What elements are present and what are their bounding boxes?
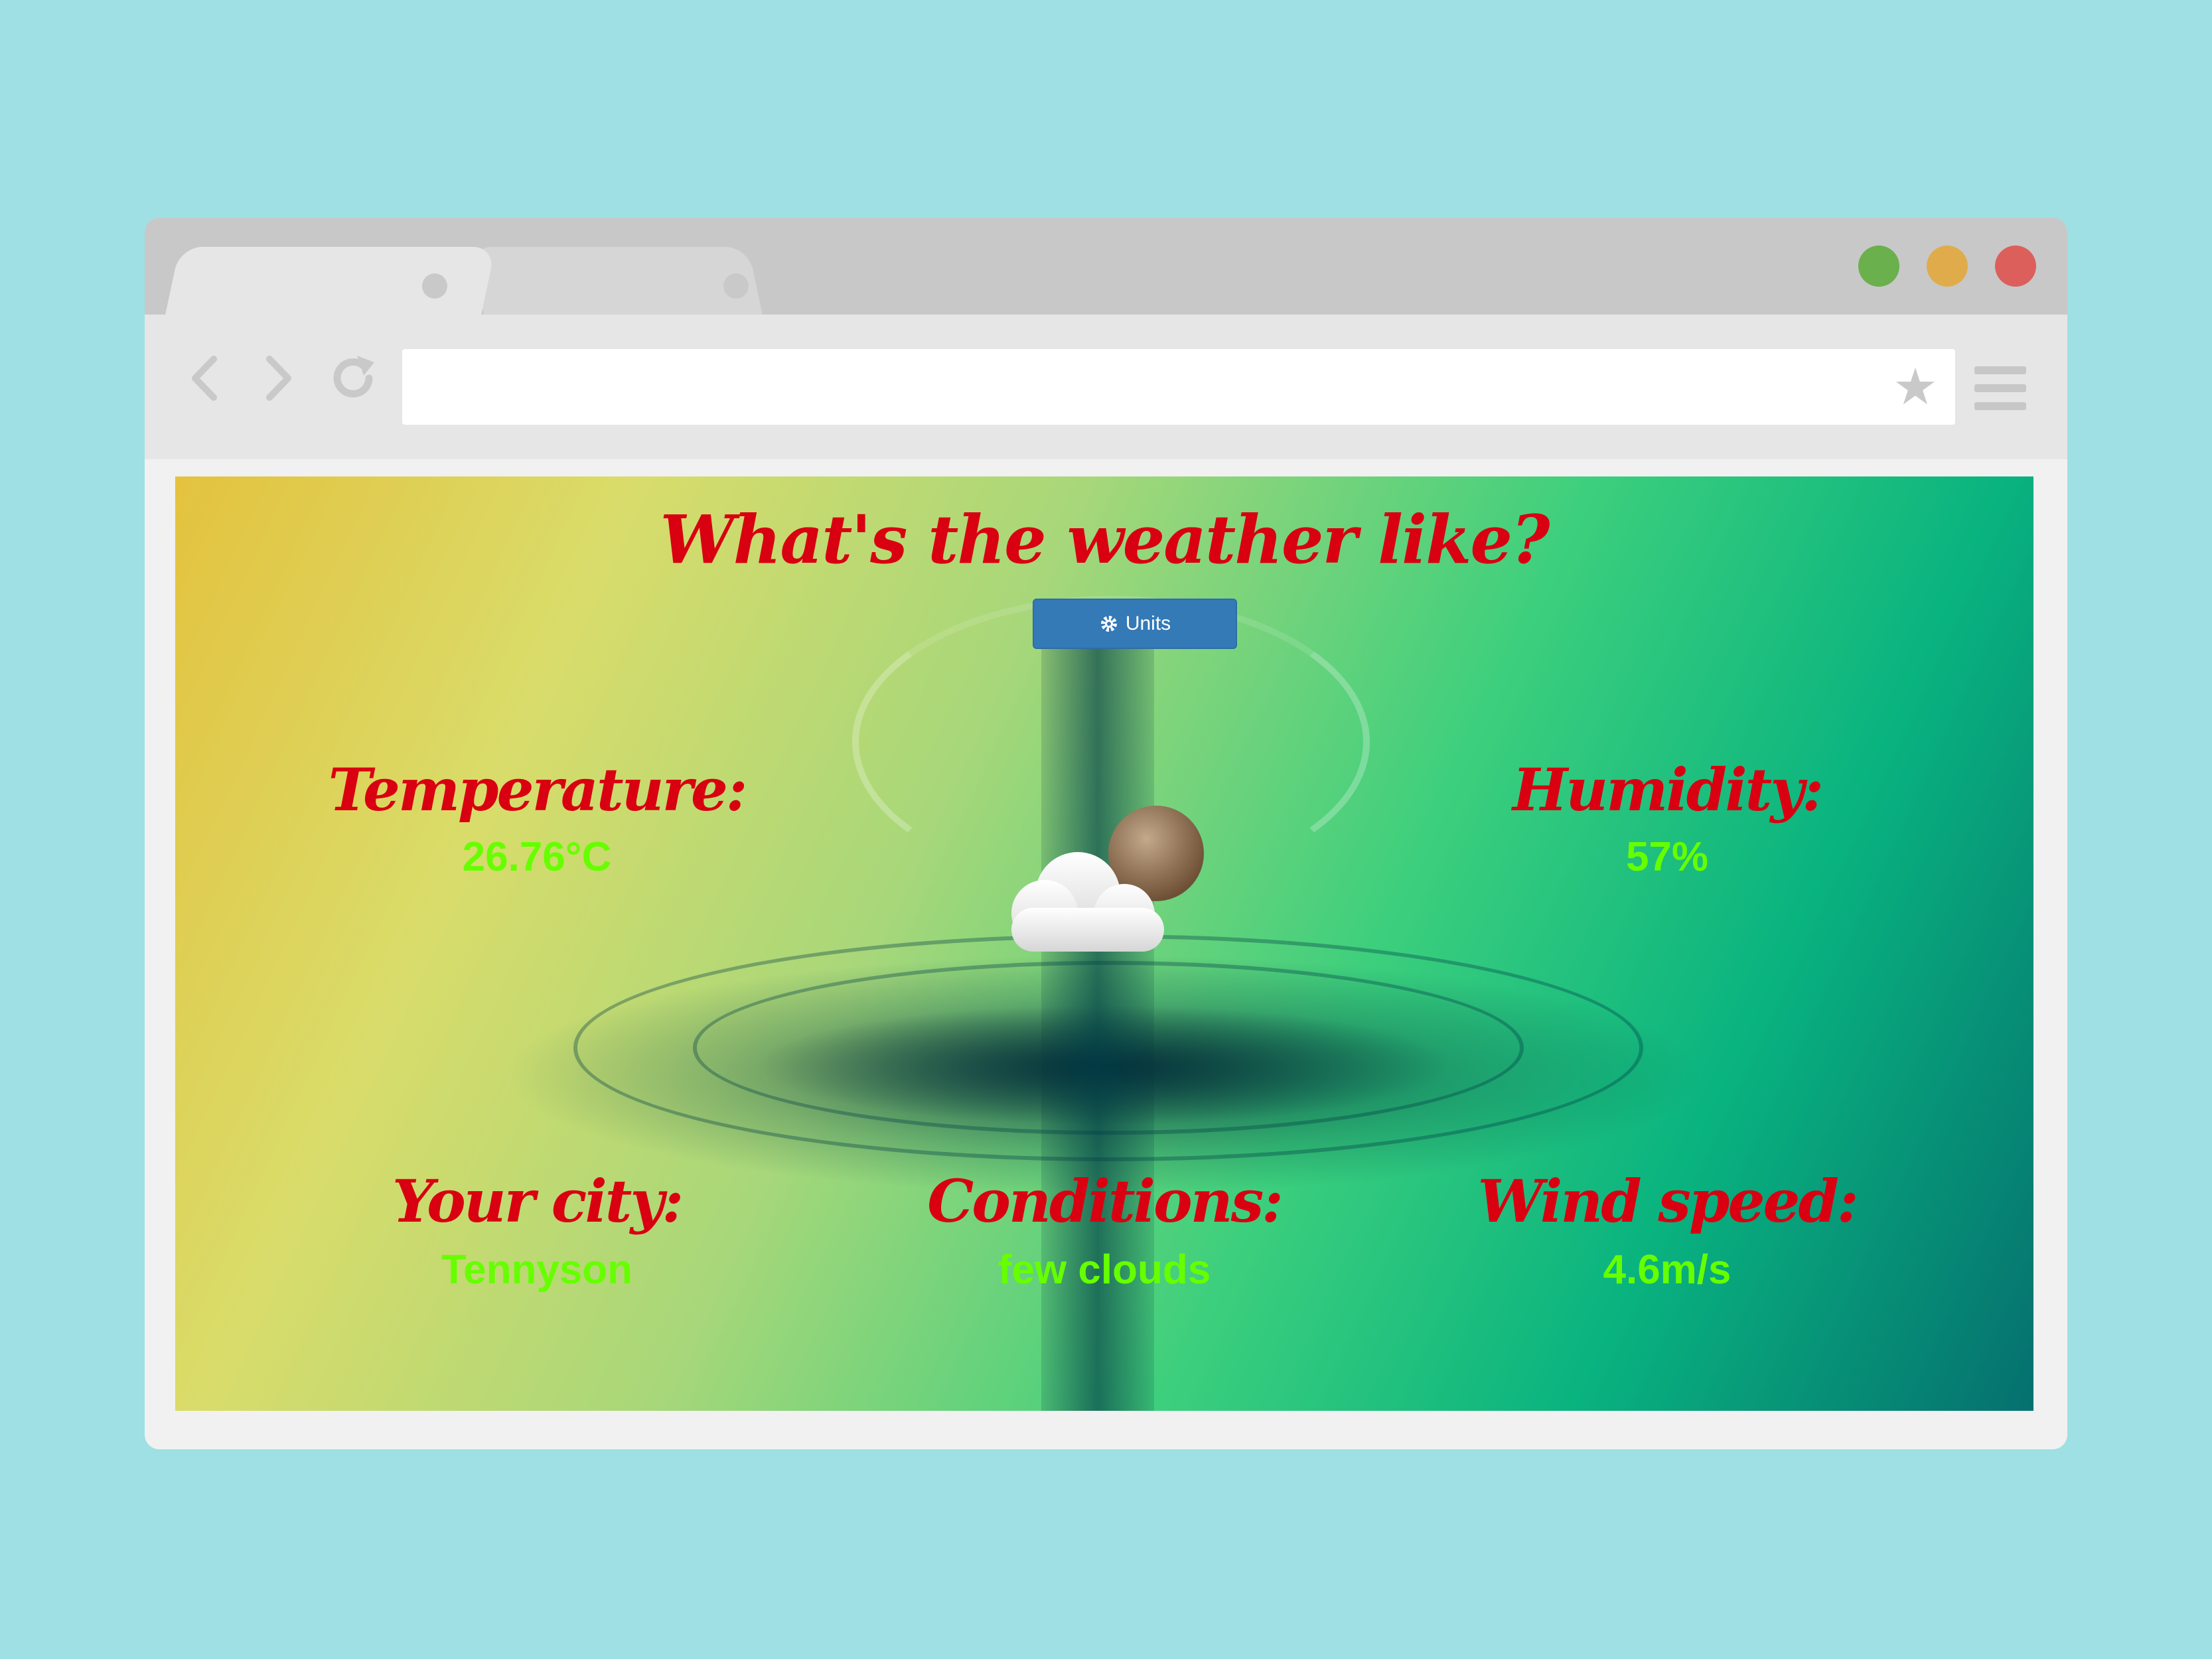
city-label: Your city: xyxy=(392,1167,684,1236)
tab-inactive[interactable] xyxy=(469,247,763,315)
browser-window: ★ What's the weather like? Units Tempera… xyxy=(145,218,2067,1449)
wind-speed-label: Wind speed: xyxy=(1477,1167,1859,1236)
wind-speed-value: 4.6m/s xyxy=(1603,1247,1732,1293)
window-close-button[interactable] xyxy=(1995,246,2036,287)
temperature-label: Temperature: xyxy=(328,755,748,824)
temperature-value: 26.76°C xyxy=(462,834,612,880)
address-bar[interactable]: ★ xyxy=(402,349,1955,425)
page-viewport: What's the weather like? Units Temperatu… xyxy=(175,476,2033,1411)
gear-icon xyxy=(1100,616,1117,632)
cloud-moon-icon xyxy=(1011,806,1204,952)
units-button[interactable]: Units xyxy=(1033,599,1237,649)
hamburger-menu-icon[interactable] xyxy=(1974,366,2026,410)
units-button-label: Units xyxy=(1125,613,1171,634)
conditions-label: Conditions: xyxy=(927,1167,1283,1236)
tab-strip xyxy=(145,218,2067,315)
water-ripple xyxy=(693,961,1524,1135)
window-minimize-button[interactable] xyxy=(1927,246,1968,287)
conditions-value: few clouds xyxy=(997,1247,1211,1293)
bookmark-star-icon[interactable]: ★ xyxy=(1893,358,1938,415)
tab-close-icon[interactable] xyxy=(422,273,447,299)
city-value: Tennyson xyxy=(441,1247,633,1293)
window-zoom-button[interactable] xyxy=(1858,246,1899,287)
page-title: What's the weather like? xyxy=(660,500,1550,579)
tab-close-icon[interactable] xyxy=(723,273,749,299)
forward-arrow-icon[interactable] xyxy=(251,352,304,405)
back-arrow-icon[interactable] xyxy=(179,352,232,405)
browser-toolbar: ★ xyxy=(145,315,2067,459)
reload-icon[interactable] xyxy=(327,352,380,405)
humidity-label: Humidity: xyxy=(1512,755,1824,824)
humidity-value: 57% xyxy=(1625,834,1709,880)
